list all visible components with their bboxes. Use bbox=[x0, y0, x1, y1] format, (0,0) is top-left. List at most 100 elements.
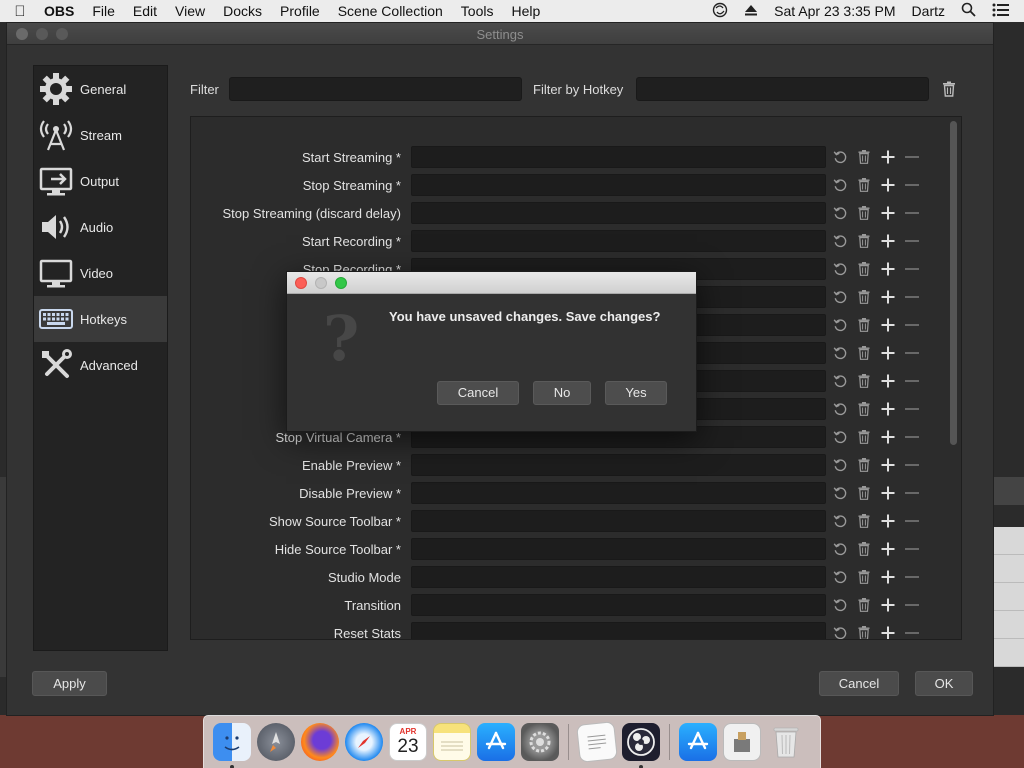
menu-docks[interactable]: Docks bbox=[214, 3, 271, 19]
clear-trash-icon[interactable] bbox=[852, 318, 876, 332]
clear-trash-icon[interactable] bbox=[852, 234, 876, 248]
text-edit-icon[interactable] bbox=[576, 721, 618, 763]
menu-help[interactable]: Help bbox=[502, 3, 549, 19]
clear-trash-icon[interactable] bbox=[852, 402, 876, 416]
sidebar-item-output[interactable]: Output bbox=[34, 158, 167, 204]
remove-binding-minus-icon[interactable] bbox=[900, 290, 924, 304]
add-binding-plus-icon[interactable] bbox=[876, 598, 900, 612]
revert-icon[interactable] bbox=[828, 374, 852, 389]
remove-binding-minus-icon[interactable] bbox=[900, 626, 924, 639]
hotkeys-scrollbar[interactable] bbox=[950, 121, 957, 445]
remove-binding-minus-icon[interactable] bbox=[900, 318, 924, 332]
hotkey-input[interactable] bbox=[411, 482, 826, 504]
hotkey-input[interactable] bbox=[411, 174, 826, 196]
remove-binding-minus-icon[interactable] bbox=[900, 262, 924, 276]
obs-status-icon[interactable] bbox=[704, 2, 736, 21]
filter-input[interactable] bbox=[229, 77, 522, 101]
dialog-yes-button[interactable]: Yes bbox=[605, 381, 667, 405]
dialog-close-icon[interactable] bbox=[295, 276, 307, 289]
remove-binding-minus-icon[interactable] bbox=[900, 178, 924, 192]
revert-icon[interactable] bbox=[828, 542, 852, 557]
add-binding-plus-icon[interactable] bbox=[876, 374, 900, 388]
add-binding-plus-icon[interactable] bbox=[876, 206, 900, 220]
add-binding-plus-icon[interactable] bbox=[876, 290, 900, 304]
remove-binding-minus-icon[interactable] bbox=[900, 598, 924, 612]
add-binding-plus-icon[interactable] bbox=[876, 402, 900, 416]
clear-trash-icon[interactable] bbox=[852, 486, 876, 500]
add-binding-plus-icon[interactable] bbox=[876, 486, 900, 500]
filter-by-hotkey-input[interactable] bbox=[636, 77, 929, 101]
remove-binding-minus-icon[interactable] bbox=[900, 514, 924, 528]
remove-binding-minus-icon[interactable] bbox=[900, 150, 924, 164]
clear-trash-icon[interactable] bbox=[852, 206, 876, 220]
menu-profile[interactable]: Profile bbox=[271, 3, 329, 19]
remove-binding-minus-icon[interactable] bbox=[900, 570, 924, 584]
revert-icon[interactable] bbox=[828, 570, 852, 585]
firefox-icon[interactable] bbox=[301, 723, 339, 761]
remove-binding-minus-icon[interactable] bbox=[900, 402, 924, 416]
remove-binding-minus-icon[interactable] bbox=[900, 346, 924, 360]
user-name[interactable]: Dartz bbox=[904, 3, 953, 19]
launchpad-icon[interactable] bbox=[257, 723, 295, 761]
installer-package-icon[interactable] bbox=[723, 723, 761, 761]
revert-icon[interactable] bbox=[828, 626, 852, 640]
clear-filter-trash-icon[interactable] bbox=[942, 81, 956, 102]
revert-icon[interactable] bbox=[828, 318, 852, 333]
add-binding-plus-icon[interactable] bbox=[876, 150, 900, 164]
add-binding-plus-icon[interactable] bbox=[876, 570, 900, 584]
trash-icon[interactable] bbox=[767, 723, 805, 761]
add-binding-plus-icon[interactable] bbox=[876, 514, 900, 528]
add-binding-plus-icon[interactable] bbox=[876, 318, 900, 332]
menu-edit[interactable]: Edit bbox=[124, 3, 166, 19]
menu-scene-collection[interactable]: Scene Collection bbox=[329, 3, 452, 19]
clear-trash-icon[interactable] bbox=[852, 178, 876, 192]
dialog-no-button[interactable]: No bbox=[533, 381, 591, 405]
clear-trash-icon[interactable] bbox=[852, 514, 876, 528]
clear-trash-icon[interactable] bbox=[852, 598, 876, 612]
revert-icon[interactable] bbox=[828, 598, 852, 613]
apple-menu-icon[interactable]:  bbox=[0, 3, 40, 20]
sidebar-item-general[interactable]: General bbox=[34, 66, 167, 112]
clock[interactable]: Sat Apr 23 3:35 PM bbox=[766, 3, 903, 19]
revert-icon[interactable] bbox=[828, 458, 852, 473]
app-store-icon[interactable] bbox=[477, 723, 515, 761]
dialog-titlebar[interactable] bbox=[287, 272, 696, 294]
apply-button[interactable]: Apply bbox=[32, 671, 107, 696]
remove-binding-minus-icon[interactable] bbox=[900, 206, 924, 220]
menu-tools[interactable]: Tools bbox=[452, 3, 503, 19]
sidebar-item-video[interactable]: Video bbox=[34, 250, 167, 296]
sidebar-item-stream[interactable]: Stream bbox=[34, 112, 167, 158]
ok-button[interactable]: OK bbox=[915, 671, 973, 696]
notes-icon[interactable] bbox=[433, 723, 471, 761]
revert-icon[interactable] bbox=[828, 486, 852, 501]
clear-trash-icon[interactable] bbox=[852, 542, 876, 556]
menu-file[interactable]: File bbox=[83, 3, 124, 19]
remove-binding-minus-icon[interactable] bbox=[900, 374, 924, 388]
add-binding-plus-icon[interactable] bbox=[876, 626, 900, 639]
eject-icon[interactable] bbox=[736, 3, 766, 19]
remove-binding-minus-icon[interactable] bbox=[900, 234, 924, 248]
add-binding-plus-icon[interactable] bbox=[876, 458, 900, 472]
hotkey-input[interactable] bbox=[411, 202, 826, 224]
remove-binding-minus-icon[interactable] bbox=[900, 458, 924, 472]
menu-view[interactable]: View bbox=[166, 3, 214, 19]
sidebar-item-hotkeys[interactable]: Hotkeys bbox=[34, 296, 167, 342]
clear-trash-icon[interactable] bbox=[852, 626, 876, 639]
revert-icon[interactable] bbox=[828, 346, 852, 361]
obs-studio-icon[interactable] bbox=[622, 723, 660, 768]
revert-icon[interactable] bbox=[828, 402, 852, 417]
revert-icon[interactable] bbox=[828, 290, 852, 305]
revert-icon[interactable] bbox=[828, 150, 852, 165]
system-preferences-icon[interactable] bbox=[521, 723, 559, 761]
add-binding-plus-icon[interactable] bbox=[876, 430, 900, 444]
sidebar-item-advanced[interactable]: Advanced bbox=[34, 342, 167, 388]
revert-icon[interactable] bbox=[828, 262, 852, 277]
add-binding-plus-icon[interactable] bbox=[876, 346, 900, 360]
hotkey-input[interactable] bbox=[411, 230, 826, 252]
clear-trash-icon[interactable] bbox=[852, 150, 876, 164]
dialog-cancel-button[interactable]: Cancel bbox=[437, 381, 519, 405]
revert-icon[interactable] bbox=[828, 178, 852, 193]
clear-trash-icon[interactable] bbox=[852, 374, 876, 388]
revert-icon[interactable] bbox=[828, 206, 852, 221]
add-binding-plus-icon[interactable] bbox=[876, 262, 900, 276]
